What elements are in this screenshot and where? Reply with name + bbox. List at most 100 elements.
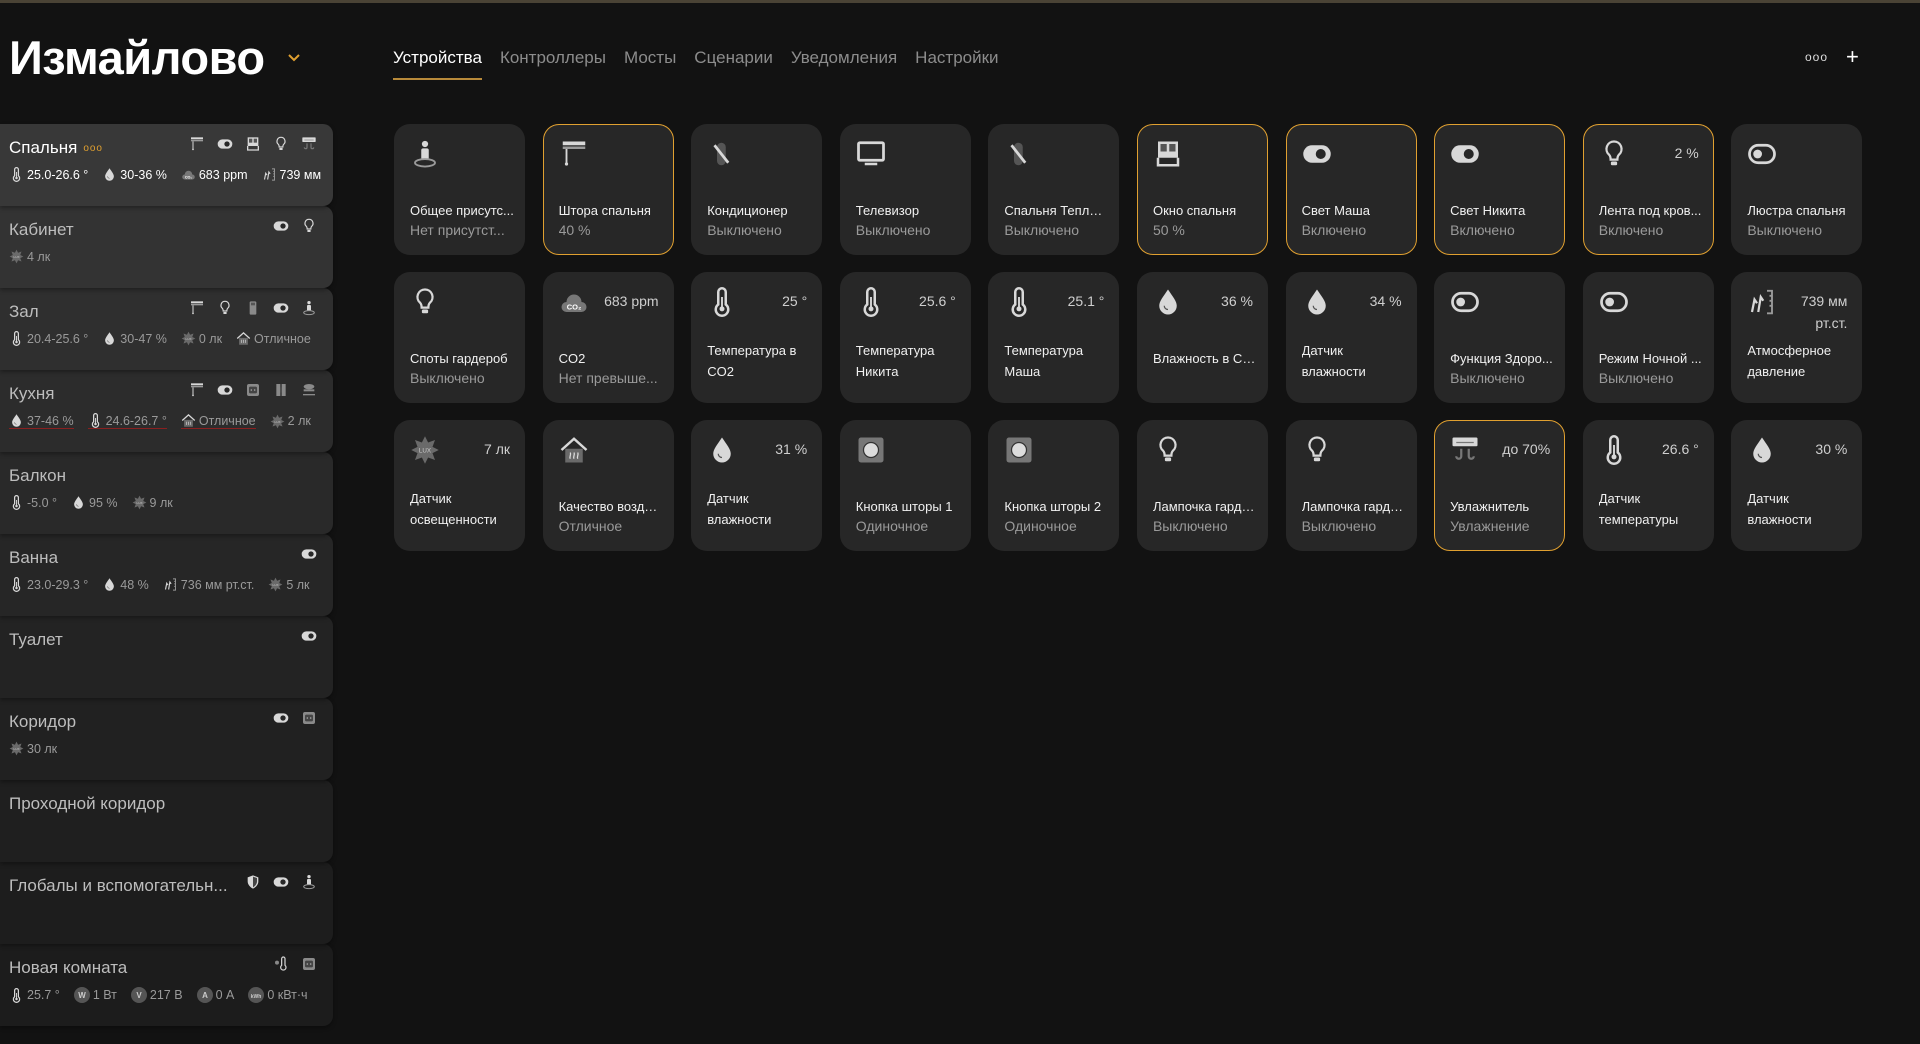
toggle-on-icon — [1450, 139, 1480, 169]
device-state: Одиночное — [1004, 518, 1077, 534]
room-stat-value: 95 % — [89, 495, 118, 510]
device-card[interactable]: 739 мм рт.ст. Атмосферное давление — [1731, 272, 1863, 403]
device-card[interactable]: 2 % Лента под кров... Включено — [1582, 124, 1714, 255]
device-card[interactable]: до 70% Увлажнитель Увлажнение — [1434, 420, 1566, 551]
watt-badge-icon: W — [73, 987, 90, 1003]
room-device-icons — [301, 628, 317, 644]
room-item[interactable]: Новая комната 25.7 ° W 1 Вт V 217 В A 0 А kWh 0 к… — [0, 944, 333, 1026]
room-item[interactable]: Кухня 37-46 % 24.6-26.7 ° Отличное LUX 2 лк — [0, 370, 333, 452]
device-card[interactable]: 26.6 ° Датчик температуры — [1582, 420, 1714, 551]
room-item[interactable]: Ванна 23.0-29.3 ° 48 % 736 мм рт.ст. LUX 5 лк — [0, 534, 333, 616]
device-card[interactable]: 31 % Датчик влажности — [691, 420, 823, 551]
room-item[interactable]: Глобалы и вспомогательн... — [0, 862, 333, 944]
room-menu-dots[interactable]: ооо — [83, 143, 103, 154]
tab-3[interactable]: Сценарии — [694, 48, 773, 80]
device-card[interactable]: Режим Ночной ... Выключено — [1582, 272, 1714, 403]
device-card[interactable]: Свет Маша Включено — [1285, 124, 1417, 255]
kwh-badge-icon: kWh — [248, 987, 265, 1003]
curtain-icon[interactable] — [189, 136, 205, 152]
toggle-on-icon[interactable] — [217, 382, 233, 398]
device-card[interactable]: Свет Никита Включено — [1434, 124, 1566, 255]
room-item[interactable]: Балкон -5.0 ° 95 % LUX 9 лк — [0, 452, 333, 534]
svg-text:LUX: LUX — [274, 419, 281, 423]
toggle-on-icon[interactable] — [301, 546, 317, 562]
socket-icon[interactable] — [245, 382, 261, 398]
svg-text:LUX: LUX — [13, 747, 20, 751]
toggle-on-icon — [1302, 139, 1332, 169]
device-card[interactable]: Окно спальня 50 % — [1136, 124, 1268, 255]
person-icon[interactable] — [301, 874, 317, 890]
device-card[interactable]: 34 % Датчик влажности — [1285, 272, 1417, 403]
room-item[interactable]: Проходной коридор — [0, 780, 333, 862]
device-card[interactable]: 36 % Влажность в CO2 — [1136, 272, 1268, 403]
home-title[interactable]: Измайлово — [9, 30, 265, 85]
socket-icon[interactable] — [301, 956, 317, 972]
room-stat-value: 25.7 ° — [27, 988, 60, 1002]
device-card[interactable]: Спальня Теплый... Выключено — [988, 124, 1120, 255]
shield-icon[interactable] — [245, 874, 261, 890]
device-card[interactable]: 25 ° Температура в CO2 — [691, 272, 823, 403]
room-stat: -5.0 ° — [9, 495, 57, 510]
room-stat: 30-47 % — [102, 331, 167, 346]
more-icon[interactable]: ооо — [1805, 50, 1828, 64]
room-stats: 25.7 ° W 1 Вт V 217 В A 0 А kWh 0 кВт·ч — [9, 987, 324, 1003]
device-card[interactable]: Общее присутс... Нет присутст... — [394, 124, 525, 255]
bulb-icon[interactable] — [217, 300, 233, 316]
window-icon[interactable] — [245, 136, 261, 152]
drop-icon — [1747, 435, 1777, 465]
device-card[interactable]: CO₂ 683 ppm CO2 Нет превыше... — [542, 272, 674, 403]
tab-1[interactable]: Контроллеры — [500, 48, 606, 80]
device-card[interactable]: Кондиционер Выключено — [691, 124, 823, 255]
device-icon[interactable] — [245, 300, 261, 316]
device-card[interactable]: Функция Здоро... Выключено — [1434, 272, 1566, 403]
toggle-on-icon[interactable] — [301, 628, 317, 644]
device-card[interactable]: 25.1 ° Температура Маша — [988, 272, 1120, 403]
tab-2[interactable]: Мосты — [624, 48, 676, 80]
room-stat-value: 1 Вт — [92, 988, 117, 1002]
tab-4[interactable]: Уведомления — [791, 48, 897, 80]
thermostat-icon[interactable] — [273, 956, 289, 972]
room-item[interactable]: Спальня ооо 25.0-26.6 ° 30-36 % CO₂ 683 ppm 73… — [0, 124, 333, 206]
device-state: Выключено — [1747, 222, 1822, 238]
device-card[interactable]: Штора спальня 40 % — [542, 124, 674, 255]
device-card[interactable]: Лампочка гарде... Выключено — [1136, 420, 1268, 551]
toggle-on-icon[interactable] — [273, 300, 289, 316]
add-button[interactable]: + — [1846, 44, 1859, 70]
room-device-icons — [189, 300, 317, 316]
bulb-icon[interactable] — [273, 136, 289, 152]
device-card[interactable]: Люстра спальня Выключено — [1731, 124, 1863, 255]
device-card[interactable]: 30 % Датчик влажности — [1731, 420, 1863, 551]
door-icon[interactable] — [273, 382, 289, 398]
bulb-icon[interactable] — [301, 218, 317, 234]
device-name: Лампочка гарде... — [1301, 499, 1406, 514]
tab-0[interactable]: Устройства — [393, 48, 482, 80]
device-card[interactable]: Качество воздуха Отличное — [542, 420, 674, 551]
person-icon[interactable] — [301, 300, 317, 316]
device-card[interactable]: Телевизор Выключено — [839, 124, 971, 255]
device-card[interactable]: Кнопка шторы 1 Одиночное — [839, 420, 971, 551]
room-item[interactable]: Коридор LUX 30 лк — [0, 698, 333, 780]
device-card[interactable]: Лампочка гарде... Выключено — [1285, 420, 1417, 551]
smoke-icon[interactable] — [301, 382, 317, 398]
room-item[interactable]: Туалет — [0, 616, 333, 698]
room-item[interactable]: Кабинет LUX 4 лк — [0, 206, 333, 288]
room-item[interactable]: Зал 20.4-25.6 ° 30-47 % LUX 0 лк Отличное — [0, 288, 333, 370]
device-card[interactable]: Споты гардероб Выключено — [394, 272, 525, 403]
device-name: Влажность в CO2 — [1152, 351, 1257, 366]
toggle-on-icon[interactable] — [273, 710, 289, 726]
humidifier-icon[interactable] — [301, 136, 317, 152]
device-card[interactable]: LUX 7 лк Датчик освещенности — [394, 420, 525, 551]
chevron-down-icon[interactable] — [287, 50, 301, 64]
device-card[interactable]: 25.6 ° Температура Никита — [839, 272, 971, 403]
tab-5[interactable]: Настройки — [915, 48, 998, 80]
toggle-on-icon[interactable] — [273, 218, 289, 234]
toggle-on-icon[interactable] — [217, 136, 233, 152]
curtain-icon[interactable] — [189, 300, 205, 316]
curtain-icon[interactable] — [189, 382, 205, 398]
drop-icon — [102, 331, 117, 346]
room-stat: V 217 В — [130, 987, 183, 1003]
device-card[interactable]: Кнопка шторы 2 Одиночное — [988, 420, 1120, 551]
toggle-on-icon[interactable] — [273, 874, 289, 890]
socket-icon[interactable] — [301, 710, 317, 726]
thermometer-icon — [707, 287, 737, 317]
